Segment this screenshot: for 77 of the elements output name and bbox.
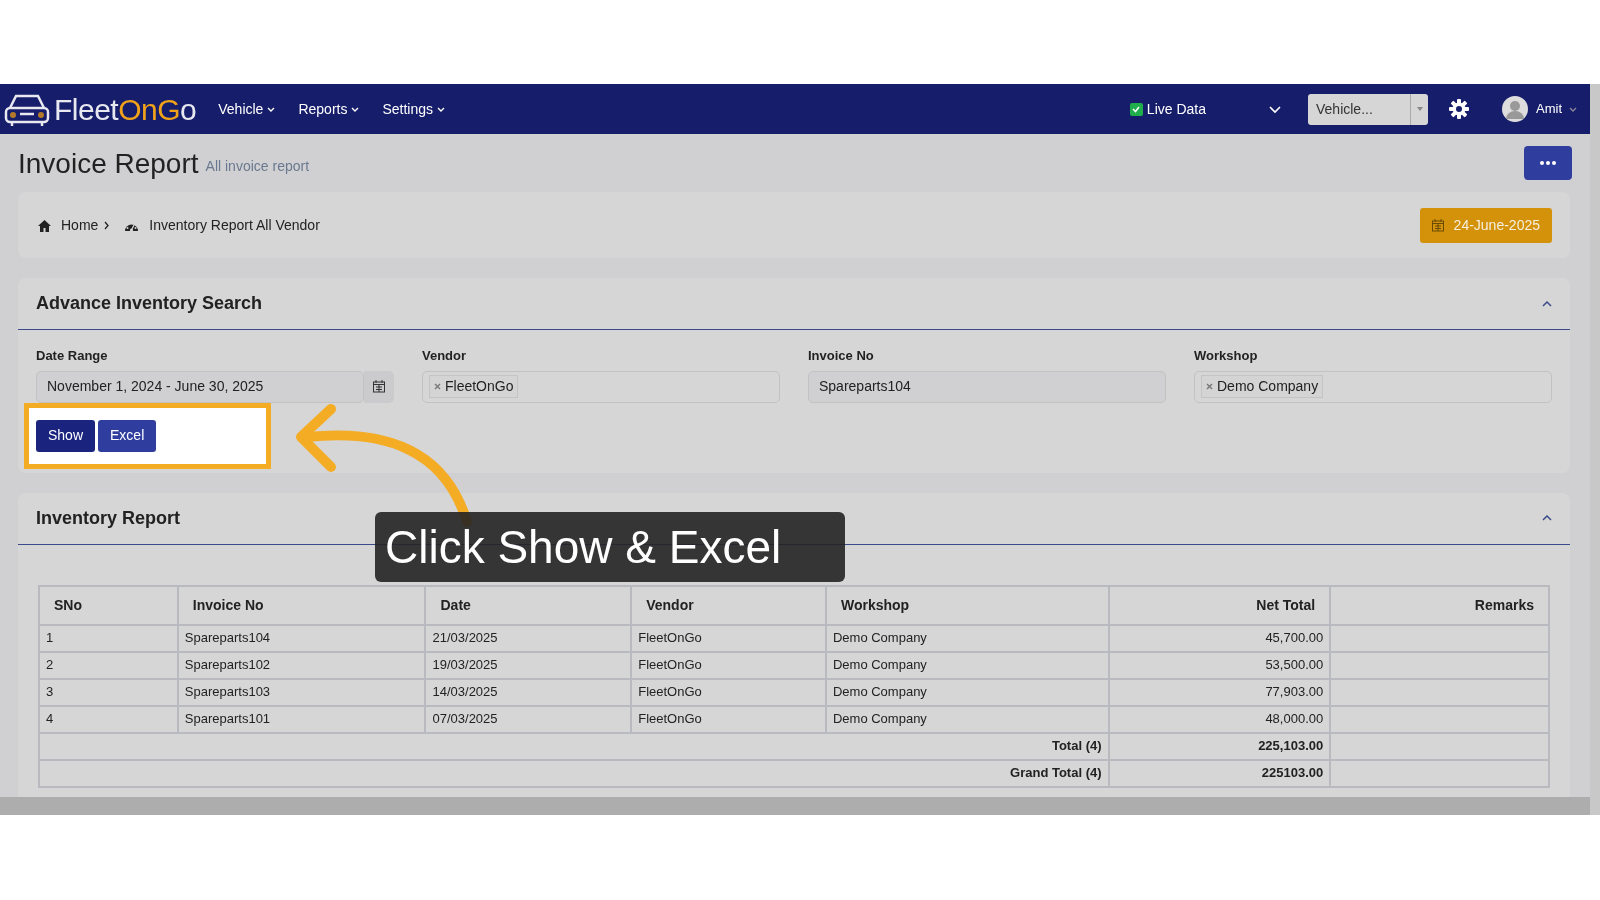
table-cell: 21/03/2025 (425, 624, 632, 652)
more-button[interactable] (1524, 146, 1572, 180)
table-cell: FleetOnGo (631, 678, 826, 706)
table-cell: 77,903.00 (1108, 678, 1331, 706)
remove-icon[interactable] (1206, 383, 1213, 390)
callout-label: Click Show & Excel (375, 512, 845, 582)
total-label: Total (4) (39, 732, 1109, 760)
table-cell: FleetOnGo (631, 624, 826, 652)
table-cell: 19/03/2025 (425, 651, 632, 679)
more-icon (1539, 160, 1557, 166)
date-range-field[interactable]: November 1, 2024 - June 30, 2025 (36, 370, 364, 403)
panel-title: Inventory Report (36, 506, 181, 530)
panel-title: Advance Inventory Search (36, 292, 263, 315)
invoice-no-field[interactable]: Spareparts104 (808, 370, 1166, 403)
table-cell: Spareparts103 (177, 678, 426, 706)
scrollbar[interactable] (1590, 84, 1600, 815)
total-label: Grand Total (4) (39, 759, 1109, 787)
nav-menu[interactable]: Settings (382, 98, 447, 120)
vehicle-select[interactable]: Vehicle... (1308, 93, 1428, 125)
breadcrumb-link[interactable]: Home (61, 214, 99, 236)
field-label: Workshop (1194, 347, 1259, 365)
table-cell: 3 (39, 678, 178, 706)
user-name[interactable]: Amit (1536, 99, 1562, 119)
table-cell: 4 (39, 705, 178, 733)
table-cell: Spareparts102 (177, 651, 426, 679)
chevron-right-icon (104, 220, 111, 230)
selected-tag[interactable]: Demo Company (1201, 375, 1324, 398)
multiselect-field[interactable]: FleetOnGo (422, 370, 780, 403)
table-cell: 2 (39, 651, 178, 679)
column-header: SNo (39, 585, 178, 625)
breadcrumb-current: Inventory Report All Vendor (149, 215, 320, 235)
table-cell: Spareparts101 (177, 705, 426, 733)
table-cell: FleetOnGo (631, 651, 826, 679)
table-cell: FleetOnGo (631, 705, 826, 733)
table-cell: Demo Company (825, 705, 1109, 733)
scrollbar[interactable] (0, 797, 1590, 815)
table-cell: 45,700.00 (1108, 624, 1331, 652)
field-label: Vendor (422, 347, 468, 365)
show-button[interactable]: Show (36, 419, 96, 452)
multiselect-field[interactable]: Demo Company (1194, 370, 1552, 403)
collapse-toggle-icon[interactable] (1542, 300, 1552, 307)
page-title: Invoice Report (18, 149, 199, 180)
table-cell: 53,500.00 (1108, 651, 1331, 679)
calendar-icon (373, 380, 385, 393)
excel-button[interactable]: Excel (98, 419, 157, 452)
column-header: Invoice No (177, 585, 426, 625)
collapse-toggle-icon[interactable] (1542, 515, 1552, 521)
column-header: Workshop (825, 585, 1109, 625)
total-value: 225,103.00 (1108, 732, 1331, 760)
table-cell: Spareparts104 (177, 624, 426, 652)
column-header: Net Total (1108, 585, 1331, 625)
checkmark-icon (1131, 104, 1142, 114)
chevron-down-icon[interactable] (1268, 103, 1282, 115)
page-subtitle: All invoice report (205, 157, 310, 176)
column-header: Date (425, 585, 632, 625)
remove-icon[interactable] (434, 383, 441, 390)
column-header: Remarks (1330, 585, 1549, 625)
live-data-checkbox[interactable]: Live Data (1129, 98, 1206, 120)
table-cell: Demo Company (825, 678, 1109, 706)
field-label: Date Range (36, 347, 109, 365)
table-cell: 1 (39, 624, 178, 652)
calendar-icon (1431, 218, 1444, 232)
nav-menu[interactable]: Reports (298, 98, 361, 120)
nav-menu[interactable]: Vehicle (218, 98, 277, 120)
table-cell: Demo Company (825, 624, 1109, 652)
dropdown-arrow-icon (1416, 107, 1423, 111)
field-label: Invoice No (808, 347, 875, 365)
table-cell: 48,000.00 (1108, 705, 1331, 733)
total-value: 225103.00 (1108, 759, 1331, 787)
selected-tag[interactable]: FleetOnGo (429, 375, 519, 398)
table-cell: 07/03/2025 (425, 705, 632, 733)
calendar-button[interactable] (364, 370, 394, 403)
table-cell: 14/03/2025 (425, 678, 632, 706)
home-icon (38, 218, 51, 232)
brand-logo-text[interactable]: FleetOnGo (54, 86, 197, 132)
table-cell: Demo Company (825, 651, 1109, 679)
column-header: Vendor (631, 585, 826, 625)
